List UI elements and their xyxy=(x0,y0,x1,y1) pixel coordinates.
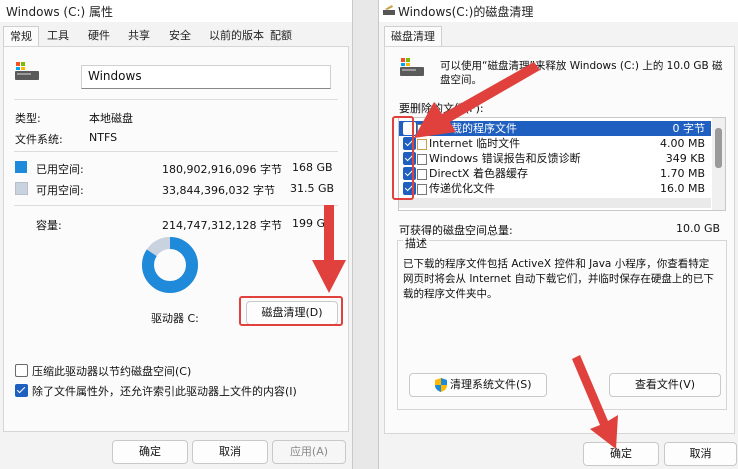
divider xyxy=(14,99,338,100)
divider xyxy=(14,205,338,206)
list-item[interactable]: 已下载的程序文件 0 字节 xyxy=(399,121,711,136)
cleanup-panel: 可以使用“磁盘清理”来释放 Windows (C:) 上的 10.0 GB 磁盘… xyxy=(384,46,735,434)
file-size: 4.00 MB xyxy=(659,137,705,150)
index-checkbox[interactable] xyxy=(15,384,28,397)
file-name: Internet 临时文件 xyxy=(429,137,521,150)
annotation-box-cleanup-button xyxy=(239,296,343,326)
list-item[interactable]: 传递优化文件 16.0 MB xyxy=(399,181,711,196)
compress-label: 压缩此驱动器以节约磁盘空间(C) xyxy=(32,365,192,378)
cleanup-ok-button[interactable]: 确定 xyxy=(583,442,659,466)
free-bytes: 33,844,396,032 字节 xyxy=(162,184,275,197)
index-label: 除了文件属性外，还允许索引此驱动器上文件的内容(I) xyxy=(32,385,297,398)
files-to-delete-label: 要删除的文件(F): xyxy=(399,102,484,115)
tab-security[interactable]: 安全 xyxy=(169,26,191,46)
disk-cleanup-window: Windows(C:)的磁盘清理 磁盘清理 可以使用“磁盘清理”来释放 Wind… xyxy=(378,0,738,469)
list-item[interactable]: Internet 临时文件 4.00 MB xyxy=(399,136,711,151)
drive-letter-label: 驱动器 C: xyxy=(151,312,199,325)
cancel-button[interactable]: 取消 xyxy=(192,440,268,464)
drive-icon xyxy=(400,58,424,76)
description-label: 描述 xyxy=(403,235,429,251)
cleanup-titlebar: Windows(C:)的磁盘清理 xyxy=(379,0,738,22)
list-item[interactable]: Windows 错误报告和反馈诊断 349 KB xyxy=(399,151,711,166)
clean-system-files-button[interactable]: 清理系统文件(S) xyxy=(409,373,547,397)
view-files-button[interactable]: 查看文件(V) xyxy=(609,373,721,397)
file-icon xyxy=(417,124,427,135)
used-legend-swatch xyxy=(15,161,27,173)
scrollbar-thumb[interactable] xyxy=(715,128,722,168)
cleanup-intro: 可以使用“磁盘清理”来释放 Windows (C:) 上的 10.0 GB 磁盘… xyxy=(440,60,723,86)
tab-previous-versions[interactable]: 以前的版本 xyxy=(209,26,264,46)
file-size: 1.70 MB xyxy=(659,167,705,180)
drive-name-input[interactable]: Windows xyxy=(81,65,331,89)
file-size: 349 KB xyxy=(665,152,705,165)
capacity-bytes: 214,747,312,128 字节 xyxy=(162,219,282,232)
used-label: 已用空间: xyxy=(36,163,84,176)
description-text: 已下载的程序文件包括 ActiveX 控件和 Java 小程序，你查看特定网页时… xyxy=(403,258,714,300)
tab-disk-cleanup[interactable]: 磁盘清理 xyxy=(384,26,442,47)
total-space-value: 10.0 GB xyxy=(676,222,721,235)
capacity-size: 199 GB xyxy=(292,217,333,230)
compress-checkbox[interactable] xyxy=(15,364,28,377)
free-size: 31.5 GB xyxy=(290,182,335,195)
file-name: Windows 错误报告和反馈诊断 xyxy=(429,152,581,165)
type-value: 本地磁盘 xyxy=(89,112,133,125)
tab-quota[interactable]: 配额 xyxy=(270,26,292,46)
horizontal-scrollbar[interactable] xyxy=(399,198,711,208)
cleanup-cancel-button[interactable]: 取消 xyxy=(664,442,737,466)
tab-tools[interactable]: 工具 xyxy=(47,26,69,46)
file-size: 0 字节 xyxy=(672,122,706,135)
cleanup-title-icon xyxy=(383,5,395,15)
file-icon xyxy=(417,184,427,195)
properties-tabs: 常规 工具 硬件 共享 安全 以前的版本 配额 xyxy=(0,26,352,47)
tab-general[interactable]: 常规 xyxy=(3,26,39,47)
clean-system-files-label: 清理系统文件(S) xyxy=(450,378,532,391)
ok-button[interactable]: 确定 xyxy=(112,440,188,464)
properties-titlebar: Windows (C:) 属性 xyxy=(0,0,352,22)
type-label: 类型: xyxy=(15,112,41,125)
filesystem-value: NTFS xyxy=(89,131,118,144)
file-icon xyxy=(417,154,427,165)
apply-button[interactable]: 应用(A) xyxy=(272,440,346,464)
file-name: 传递优化文件 xyxy=(429,182,495,195)
tab-hardware[interactable]: 硬件 xyxy=(88,26,110,46)
used-size: 168 GB xyxy=(292,161,333,174)
tab-sharing[interactable]: 共享 xyxy=(128,26,150,46)
divider xyxy=(14,151,338,152)
file-size: 16.0 MB xyxy=(659,182,705,195)
used-bytes: 180,902,916,096 字节 xyxy=(162,163,282,176)
free-legend-swatch xyxy=(15,182,28,195)
properties-window: Windows (C:) 属性 常规 工具 硬件 共享 安全 以前的版本 配额 … xyxy=(0,0,353,469)
uac-shield-icon xyxy=(435,378,447,392)
file-name: 已下载的程序文件 xyxy=(429,122,517,135)
cleanup-tabs: 磁盘清理 xyxy=(379,26,738,47)
cleanup-title: Windows(C:)的磁盘清理 xyxy=(398,5,534,19)
properties-title: Windows (C:) 属性 xyxy=(6,5,113,19)
free-label: 可用空间: xyxy=(36,184,84,197)
usage-donut xyxy=(142,237,198,293)
file-icon xyxy=(417,169,427,180)
list-item[interactable]: DirectX 着色器缓存 1.70 MB xyxy=(399,166,711,181)
capacity-label: 容量: xyxy=(36,219,62,232)
files-list[interactable]: 已下载的程序文件 0 字节 Internet 临时文件 4.00 MB Wind… xyxy=(398,117,726,211)
annotation-box-checkboxes xyxy=(392,116,414,200)
drive-icon xyxy=(15,62,39,80)
vertical-scrollbar[interactable] xyxy=(712,118,725,210)
general-panel: Windows 类型: 本地磁盘 文件系统: NTFS 已用空间: 180,90… xyxy=(3,46,349,432)
file-name: DirectX 着色器缓存 xyxy=(429,167,528,180)
filesystem-label: 文件系统: xyxy=(15,133,63,146)
lock-icon xyxy=(417,139,427,150)
window-gap xyxy=(353,0,378,469)
